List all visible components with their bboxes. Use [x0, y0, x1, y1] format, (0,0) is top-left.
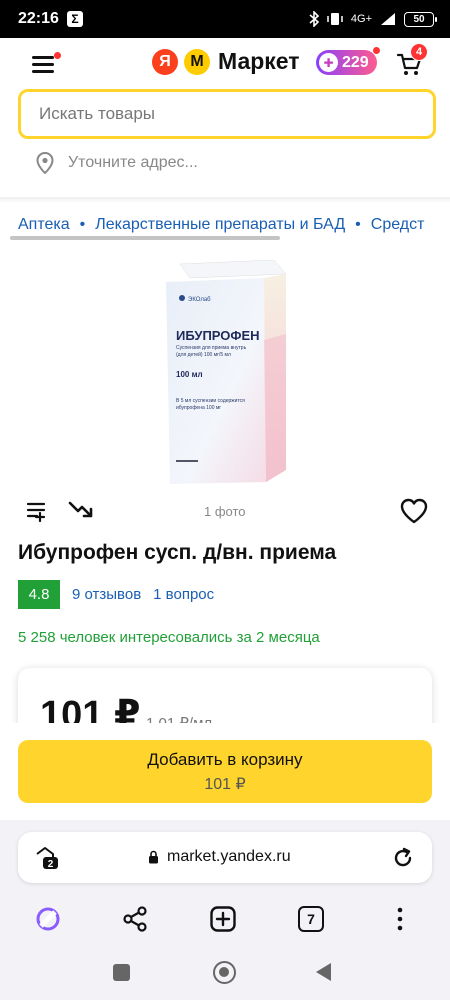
yandex-logo-icon: Я — [152, 48, 178, 75]
yandex-market-logo[interactable]: Я М Маркет — [152, 48, 300, 75]
search-input[interactable] — [39, 104, 433, 124]
recents-button[interactable] — [113, 964, 130, 981]
new-tab-icon[interactable] — [210, 906, 236, 937]
image-toolbar: 1 фото — [0, 498, 450, 526]
favorite-heart-icon[interactable] — [400, 498, 428, 529]
add-to-cart-price: 101 ₽ — [204, 775, 246, 793]
breadcrumb-item-means[interactable]: Средст — [371, 216, 425, 234]
network-label: 4G+ — [350, 13, 372, 25]
add-to-cart-label: Добавить в корзину — [147, 749, 303, 769]
search-box[interactable] — [18, 89, 436, 139]
plus-icon: ✚ — [319, 53, 338, 72]
product-image-volume: 100 мл — [176, 370, 203, 379]
product-image[interactable]: ЭКОлаб ИБУПРОФЕН Суспензия для приема вн… — [166, 259, 287, 486]
bluetooth-icon — [309, 11, 319, 27]
alice-icon[interactable] — [35, 906, 61, 937]
reviews-link[interactable]: 9 отзывов — [72, 586, 141, 603]
cart-count-badge: 4 — [410, 43, 428, 61]
breadcrumb-item-drugs[interactable]: Лекарственные препараты и БАД — [95, 216, 345, 234]
plus-notification-dot — [371, 46, 381, 55]
breadcrumb-scrollbar — [10, 236, 280, 240]
address-label: Уточните адрес... — [68, 154, 198, 171]
market-logo-icon: М — [184, 48, 210, 75]
location-pin-icon — [36, 152, 54, 174]
home-button[interactable] — [213, 961, 236, 984]
breadcrumb: Аптека • Лекарственные препараты и БАД •… — [18, 216, 450, 234]
interest-note: 5 258 человек интересовались за 2 месяца — [18, 629, 320, 646]
battery-level: 50 — [413, 13, 425, 25]
system-nav-bar — [0, 946, 450, 1000]
battery-icon: 50 — [404, 11, 437, 27]
more-menu-icon[interactable] — [390, 906, 410, 937]
photo-count: 1 фото — [204, 504, 246, 519]
lock-icon — [149, 850, 158, 864]
browser-chrome: 2 market.yandex.ru 7 — [0, 820, 450, 946]
back-button[interactable] — [316, 963, 331, 981]
menu-notification-dot — [54, 52, 61, 59]
status-bar: 22:16 Σ 4G+ 50 — [0, 0, 450, 38]
menu-button[interactable] — [32, 52, 61, 74]
signal-icon — [380, 12, 396, 26]
breadcrumb-separator: • — [355, 216, 361, 233]
divider — [0, 197, 450, 203]
address-selector[interactable]: Уточните адрес... — [36, 152, 198, 174]
status-icons: 4G+ 50 — [309, 11, 437, 27]
product-title: Ибупрофен сусп. д/вн. приема — [18, 541, 337, 564]
plus-points-badge[interactable]: ✚ 229 — [316, 46, 381, 75]
price-trend-icon[interactable] — [68, 500, 94, 527]
tab-groups-count: 2 — [48, 859, 54, 870]
address-bar[interactable]: 2 market.yandex.ru — [18, 832, 432, 883]
product-image-line1: Суспензия для приема внутрь — [176, 345, 247, 351]
add-to-cart-button[interactable]: Добавить в корзину 101 ₽ — [18, 740, 432, 803]
breadcrumb-separator: • — [79, 216, 86, 233]
product-image-comp2: ибупрофена 100 мг — [176, 405, 221, 411]
rating-row: 4.8 9 отзывов 1 вопрос — [18, 580, 214, 609]
cart-button[interactable]: 4 — [396, 43, 428, 78]
plus-points-value: 229 — [342, 53, 369, 71]
rating-badge[interactable]: 4.8 — [18, 580, 60, 609]
product-image-comp1: В 5 мл суспензии содержится — [176, 398, 245, 404]
vibrate-icon — [327, 12, 343, 26]
url-display[interactable]: market.yandex.ru — [148, 848, 291, 866]
add-to-cart-bar: Добавить в корзину 101 ₽ — [0, 723, 450, 820]
status-time: 22:16 — [18, 10, 59, 27]
product-image-name: ИБУПРОФЕН — [176, 328, 260, 343]
tabs-count-button[interactable]: 7 — [298, 906, 324, 932]
questions-link[interactable]: 1 вопрос — [153, 586, 214, 603]
sigma-icon: Σ — [66, 11, 83, 27]
product-image-brand: ЭКОлаб — [188, 297, 211, 303]
tab-groups-icon[interactable]: 2 — [34, 846, 60, 875]
add-to-compare-icon[interactable] — [26, 500, 48, 527]
reload-icon[interactable] — [392, 847, 414, 874]
breadcrumb-item-pharmacy[interactable]: Аптека — [18, 216, 70, 234]
url-text: market.yandex.ru — [167, 848, 291, 865]
browser-toolbar: 7 — [0, 898, 450, 942]
product-image-line2: (для детей) 100 мг/5 мл — [176, 351, 231, 358]
brand-name: Маркет — [218, 48, 300, 74]
share-icon[interactable] — [122, 906, 148, 937]
